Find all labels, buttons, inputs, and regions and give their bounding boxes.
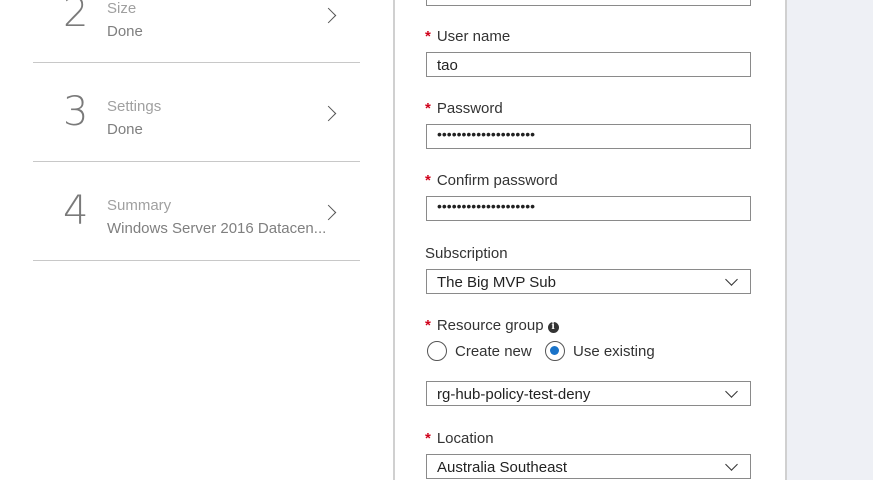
- step-status: Windows Server 2016 Datacen...: [107, 220, 327, 237]
- step-number: 4: [63, 188, 89, 234]
- chevron-right-icon: [320, 204, 337, 221]
- step-number: 2: [63, 0, 89, 36]
- location-label: * Location: [425, 430, 494, 447]
- wizard-steps-panel: 2 Size Done 3 Settings Done 4 Summary Wi…: [0, 0, 394, 480]
- step-number: 3: [63, 89, 89, 135]
- step-title: Size: [107, 0, 137, 17]
- username-label: * User name: [425, 28, 511, 45]
- create-new-radio[interactable]: [427, 341, 447, 361]
- step-summary[interactable]: 4 Summary Windows Server 2016 Datacen...: [33, 162, 360, 261]
- blade-gutter: [787, 0, 873, 480]
- step-title: Settings: [107, 98, 162, 115]
- resource-group-label: * Resource group i: [425, 317, 559, 334]
- create-new-label[interactable]: Create new: [455, 343, 532, 360]
- username-field[interactable]: tao: [426, 52, 751, 77]
- password-label: * Password: [425, 100, 503, 117]
- subscription-select[interactable]: The Big MVP Sub: [426, 269, 751, 294]
- chevron-right-icon: [320, 105, 337, 122]
- chevron-right-icon: [320, 7, 337, 24]
- password-field[interactable]: ••••••••••••••••••••: [426, 124, 751, 149]
- use-existing-label[interactable]: Use existing: [573, 343, 655, 360]
- step-settings[interactable]: 3 Settings Done: [33, 63, 360, 162]
- location-select[interactable]: Australia Southeast: [426, 454, 751, 479]
- step-size[interactable]: 2 Size Done: [33, 0, 360, 63]
- confirm-password-field[interactable]: ••••••••••••••••••••: [426, 196, 751, 221]
- chevron-down-icon: [725, 273, 738, 286]
- step-title: Summary: [107, 197, 172, 214]
- chevron-down-icon: [725, 385, 738, 398]
- confirm-password-label: * Confirm password: [425, 172, 558, 189]
- use-existing-radio[interactable]: [545, 341, 565, 361]
- subscription-label: Subscription: [425, 245, 508, 262]
- resource-group-select[interactable]: rg-hub-policy-test-deny: [426, 381, 751, 406]
- panel-divider: [393, 0, 395, 480]
- step-status: Done: [107, 121, 143, 138]
- previous-field[interactable]: [426, 0, 751, 6]
- step-status: Done: [107, 23, 143, 40]
- info-icon[interactable]: i: [547, 322, 559, 333]
- chevron-down-icon: [725, 458, 738, 471]
